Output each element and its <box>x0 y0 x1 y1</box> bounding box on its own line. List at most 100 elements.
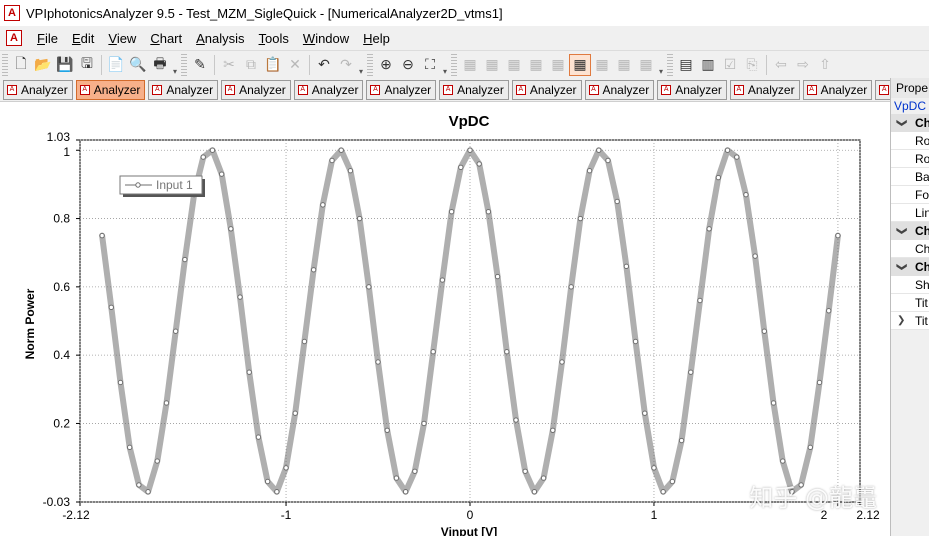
toolbar-grip[interactable] <box>451 53 457 76</box>
toolbar-grip[interactable] <box>667 53 673 76</box>
tab-analyzer-7[interactable]: A Analyzer <box>439 79 509 100</box>
tab-analyzer-10[interactable]: A Analyzer <box>657 79 727 100</box>
data-point <box>522 468 528 474</box>
menu-analysis[interactable]: Analysis <box>189 31 251 46</box>
tab-analyzer-1[interactable]: A Analyzer <box>3 79 73 100</box>
data-point <box>642 410 648 416</box>
property-category[interactable]: ❯ Ch <box>891 258 929 276</box>
menu-chart[interactable]: Chart <box>143 31 189 46</box>
menu-window[interactable]: Window <box>296 31 356 46</box>
copy-icon[interactable]: ⧉ <box>240 54 262 76</box>
data-point <box>780 458 786 464</box>
forward-icon[interactable]: ⇨ <box>792 54 814 76</box>
analyzer-window-icon: A <box>79 84 90 95</box>
property-category[interactable]: ❯ Ch <box>891 222 929 240</box>
chart-grid-icon[interactable]: ▤ <box>675 54 697 76</box>
chevron-right-icon[interactable]: ❯ <box>897 312 905 330</box>
document-icon[interactable]: 📄 <box>105 54 127 76</box>
property-row[interactable]: Fo <box>891 186 929 204</box>
chevron-down-icon[interactable]: ❯ <box>892 119 910 127</box>
layout-4-icon[interactable]: ▦ <box>525 54 547 76</box>
new-file-icon[interactable]: 🗋 <box>10 54 32 76</box>
save-icon[interactable]: 💾 <box>54 54 76 76</box>
data-point <box>734 154 740 160</box>
x-tick-label: -1 <box>281 508 292 522</box>
layout-2-icon[interactable]: ▦ <box>481 54 503 76</box>
tab-analyzer-11[interactable]: A Analyzer <box>729 79 800 100</box>
property-row[interactable]: Tit <box>891 294 929 312</box>
analyzer-window-icon: A <box>443 84 454 95</box>
layout-8-icon[interactable]: ▦ <box>613 54 635 76</box>
tab-analyzer-13[interactable]: AAnalyzer <box>875 79 890 100</box>
analyzer-window-icon: A <box>297 84 308 95</box>
delete-icon[interactable]: ✕ <box>284 54 306 76</box>
open-folder-icon[interactable]: 📂 <box>32 54 54 76</box>
zoom-fit-icon[interactable]: ⛶ <box>419 54 441 76</box>
property-row[interactable]: Ro <box>891 132 929 150</box>
toolbar-overflow-chevron-icon[interactable]: ▾ <box>441 54 449 76</box>
menu-edit[interactable]: Edit <box>65 31 101 46</box>
menu-tools[interactable]: Tools <box>252 31 296 46</box>
chart-table-icon[interactable]: ▥ <box>697 54 719 76</box>
layout-7-icon[interactable]: ▦ <box>591 54 613 76</box>
menu-view[interactable]: View <box>101 31 143 46</box>
tab-analyzer-4[interactable]: A Analyzer <box>221 79 291 100</box>
tab-analyzer-8[interactable]: A Analyzer <box>511 79 582 100</box>
tab-analyzer-6[interactable]: A Analyzer <box>366 79 437 100</box>
menu-help[interactable]: Help <box>356 31 397 46</box>
home-icon[interactable]: ⇧ <box>814 54 836 76</box>
layout-3-icon[interactable]: ▦ <box>503 54 525 76</box>
back-icon[interactable]: ⇦ <box>770 54 792 76</box>
toolbar-overflow-chevron-icon[interactable]: ▾ <box>171 54 179 76</box>
toolbar-overflow-chevron-icon[interactable]: ▾ <box>657 54 665 76</box>
chevron-down-icon[interactable]: ❯ <box>892 263 910 271</box>
toolbar-grip[interactable] <box>181 53 187 76</box>
tab-analyzer-12[interactable]: A Analyzer <box>802 79 873 100</box>
menu-bar: A File Edit View Chart Analysis Tools Window He… <box>0 26 929 51</box>
layout-6-icon[interactable]: ▦ <box>569 53 591 76</box>
zoom-in-icon[interactable]: ⊕ <box>375 54 397 76</box>
undo-icon[interactable]: ↶ <box>313 54 335 76</box>
data-point <box>375 359 381 365</box>
toolbar-grip[interactable] <box>367 53 373 76</box>
data-point <box>163 400 170 406</box>
layout-1-icon[interactable]: ▦ <box>459 54 481 76</box>
property-row[interactable]: ❯ Tit <box>891 312 929 330</box>
redo-icon[interactable]: ↷ <box>335 54 357 76</box>
data-point <box>136 482 142 488</box>
toolbar-overflow-chevron-icon[interactable]: ▾ <box>357 54 365 76</box>
toolbar-grip[interactable] <box>2 53 8 76</box>
menu-file[interactable]: File <box>30 31 65 46</box>
vpdc-chart[interactable]: VpDC Norm Power Vinput [V] -2.12 -1 0 1 2 2.1… <box>0 102 890 539</box>
layout-9-icon[interactable]: ▦ <box>635 54 657 76</box>
property-row[interactable]: Sh <box>891 276 929 294</box>
data-point <box>531 489 538 495</box>
print-preview-icon[interactable]: 🔍 <box>127 54 149 76</box>
zoom-out-icon[interactable]: ⊖ <box>397 54 419 76</box>
cut-icon[interactable]: ✂ <box>218 54 240 76</box>
tab-analyzer-5[interactable]: A Analyzer <box>293 79 364 100</box>
chevron-down-icon[interactable]: ❯ <box>892 227 910 235</box>
tab-label: Analyzer <box>311 82 359 97</box>
tab-label: Analyzer <box>166 82 214 97</box>
print-icon[interactable]: 🖶 <box>149 54 171 76</box>
data-point <box>218 171 225 177</box>
analyzer-window-icon: A <box>661 84 672 95</box>
chart-export-icon[interactable]: ⎘ <box>741 54 763 76</box>
property-row[interactable]: Ba <box>891 168 929 186</box>
tab-analyzer-2[interactable]: A Analyzer <box>75 79 146 100</box>
property-row[interactable]: Lin <box>891 204 929 222</box>
property-label: Tit <box>915 296 928 310</box>
property-row[interactable]: Ro <box>891 150 929 168</box>
document-window-icon[interactable]: A <box>6 30 22 46</box>
save-all-icon[interactable]: 🖫 <box>76 54 98 76</box>
tab-analyzer-9[interactable]: A Analyzer <box>584 79 655 100</box>
paste-icon[interactable]: 📋 <box>262 54 284 76</box>
layout-5-icon[interactable]: ▦ <box>547 54 569 76</box>
property-category[interactable]: ❯ Ch <box>891 114 929 132</box>
x-axis-label: Vinput [V] <box>441 525 497 536</box>
chart-check-icon[interactable]: ☑ <box>719 54 741 76</box>
tab-analyzer-3[interactable]: A Analyzer <box>148 79 219 100</box>
properties-icon[interactable]: ✎ <box>189 54 211 76</box>
property-row[interactable]: Ch <box>891 240 929 258</box>
